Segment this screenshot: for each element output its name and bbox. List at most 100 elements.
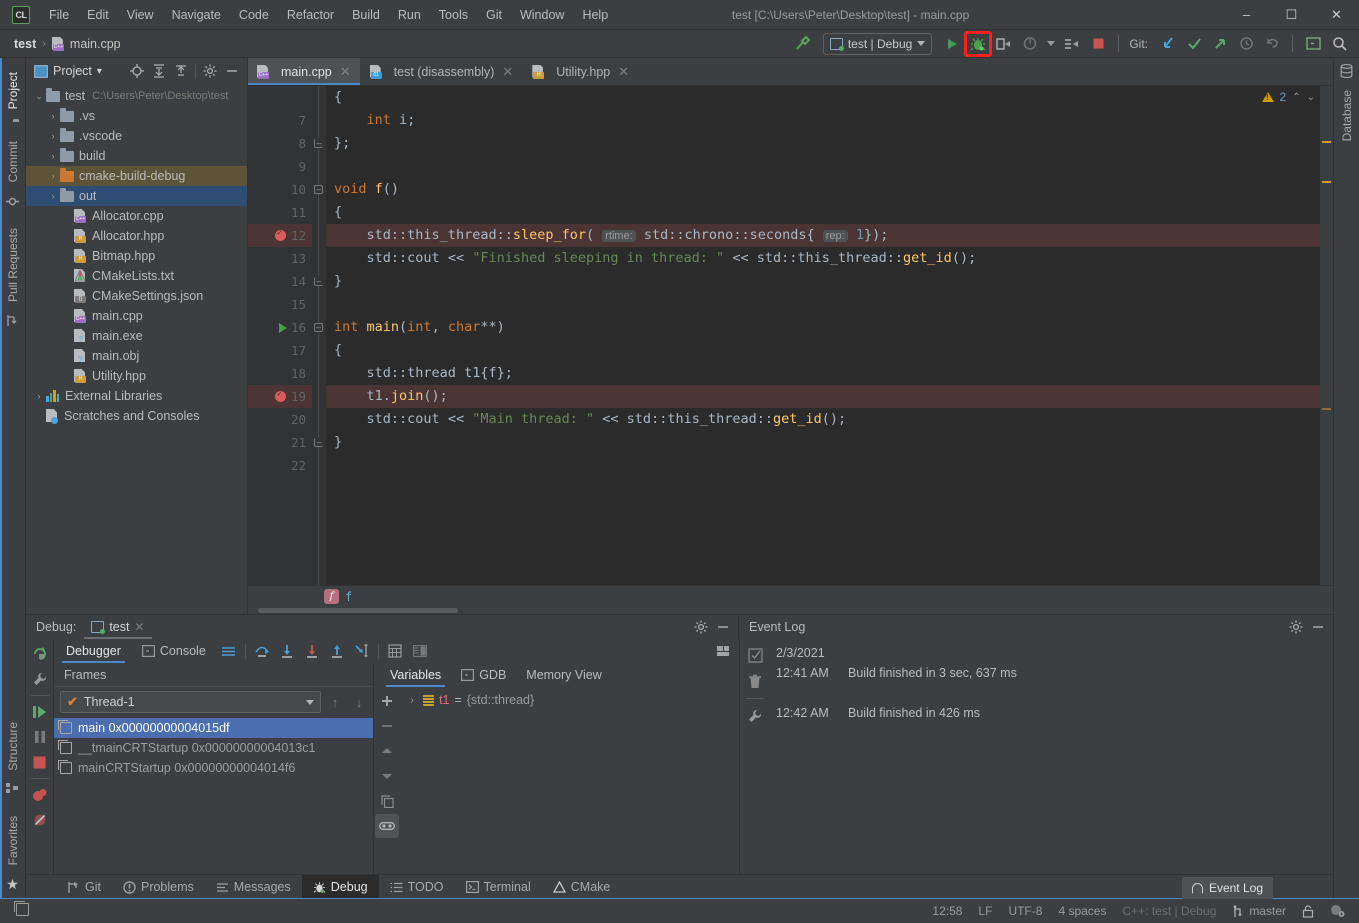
inspections-icon[interactable] bbox=[1322, 904, 1353, 918]
code-line[interactable] bbox=[326, 293, 1333, 316]
menu-build[interactable]: Build bbox=[343, 4, 389, 26]
tree-item[interactable]: {}CMakeSettings.json bbox=[26, 286, 247, 306]
tree-item[interactable]: ›External Libraries bbox=[26, 386, 247, 406]
inline-watches-icon[interactable] bbox=[375, 814, 399, 838]
editor-tab-main-cpp[interactable]: C++ main.cpp ✕ bbox=[248, 58, 361, 85]
remove-watch-icon[interactable] bbox=[375, 714, 399, 738]
terminal-toggle-button[interactable] bbox=[1301, 33, 1325, 55]
expand-all-icon[interactable] bbox=[148, 60, 170, 82]
status-time[interactable]: 12:58 bbox=[924, 904, 970, 918]
menu-help[interactable]: Help bbox=[573, 4, 617, 26]
debug-session-tab[interactable]: test ✕ bbox=[84, 615, 151, 639]
gutter-line[interactable]: 11 bbox=[248, 201, 312, 224]
fold-start-icon[interactable]: – bbox=[314, 184, 324, 194]
tree-item[interactable]: C++Allocator.cpp bbox=[26, 206, 247, 226]
project-tree[interactable]: ⌄testC:\Users\Peter\Desktop\test›.vs›.vs… bbox=[26, 84, 247, 614]
sidebar-item-commit[interactable]: Commit bbox=[6, 133, 20, 190]
tree-item[interactable]: HBitmap.hpp bbox=[26, 246, 247, 266]
fold-end-icon[interactable]: – bbox=[314, 138, 324, 148]
tool-tab-debug[interactable]: Debug bbox=[302, 875, 379, 899]
close-icon[interactable]: ✕ bbox=[618, 64, 629, 80]
clear-all-icon[interactable] bbox=[743, 669, 767, 693]
search-everywhere-button[interactable] bbox=[1327, 33, 1351, 55]
lock-icon[interactable] bbox=[1294, 905, 1322, 918]
gutter-line[interactable]: 13 bbox=[248, 247, 312, 270]
git-commit-button[interactable] bbox=[1182, 33, 1206, 55]
tool-tab-problems[interactable]: Problems bbox=[112, 875, 205, 899]
thread-selector[interactable]: ✔ Thread-1 bbox=[60, 691, 321, 713]
stripe-warning-1[interactable] bbox=[1322, 141, 1331, 143]
event-log-entries[interactable]: 2/3/2021 12:41 AM Build finished in 3 se… bbox=[770, 639, 1333, 874]
gutter-line[interactable]: 15 bbox=[248, 293, 312, 316]
fold-end-icon[interactable]: – bbox=[314, 437, 324, 447]
editor-tab-disassembly[interactable]: 01 test (disassembly) ✕ bbox=[361, 58, 524, 85]
tool-tab-cmake[interactable]: CMake bbox=[542, 875, 622, 899]
frame-up-button[interactable]: ↑ bbox=[325, 692, 345, 712]
editor-horizontal-scrollbar[interactable] bbox=[248, 607, 1333, 614]
copy-icon[interactable] bbox=[375, 789, 399, 813]
move-down-icon[interactable] bbox=[375, 764, 399, 788]
git-history-button[interactable] bbox=[1234, 33, 1258, 55]
tab-debugger[interactable]: Debugger bbox=[56, 639, 131, 663]
stripe-warning-2[interactable] bbox=[1322, 181, 1331, 183]
mark-all-read-icon[interactable] bbox=[743, 643, 767, 667]
gutter-line[interactable]: 10 bbox=[248, 178, 312, 201]
code-line[interactable]: std::thread t1{f}; bbox=[326, 362, 1333, 385]
status-encoding[interactable]: UTF-8 bbox=[1000, 904, 1050, 918]
hide-panel-icon[interactable] bbox=[712, 616, 734, 638]
tab-memory-view[interactable]: Memory View bbox=[516, 663, 611, 687]
profile-button[interactable] bbox=[1060, 33, 1084, 55]
tree-item[interactable]: ›cmake-build-debug bbox=[26, 166, 247, 186]
tree-item[interactable]: ›.vscode bbox=[26, 126, 247, 146]
code-line[interactable] bbox=[326, 454, 1333, 477]
menu-edit[interactable]: Edit bbox=[78, 4, 118, 26]
evaluate-expression-icon[interactable] bbox=[383, 639, 407, 663]
view-breakpoints-icon[interactable] bbox=[28, 783, 52, 807]
layout-restore-icon[interactable] bbox=[711, 639, 735, 663]
gutter-line[interactable]: 21 bbox=[248, 431, 312, 454]
tree-item[interactable]: CMakeLists.txt bbox=[26, 266, 247, 286]
tree-item[interactable]: ?main.exe bbox=[26, 326, 247, 346]
close-icon[interactable]: ✕ bbox=[340, 64, 351, 80]
editor-breadcrumb[interactable]: f f bbox=[248, 585, 1333, 607]
run-to-cursor-icon[interactable] bbox=[350, 639, 374, 663]
tree-item[interactable]: ›out bbox=[26, 186, 247, 206]
sidebar-item-favorites[interactable]: Favorites bbox=[6, 808, 20, 873]
mute-breakpoints-icon[interactable] bbox=[28, 808, 52, 832]
inspection-widget[interactable]: 2 ⌃ ⌄ bbox=[1262, 90, 1315, 104]
tree-item[interactable]: C++main.cpp bbox=[26, 306, 247, 326]
run-configuration-selector[interactable]: test | Debug bbox=[823, 33, 933, 55]
fold-end-icon[interactable]: – bbox=[314, 276, 324, 286]
close-button[interactable]: ✕ bbox=[1314, 0, 1359, 30]
tab-console[interactable]: Console bbox=[132, 639, 216, 663]
tool-tab-terminal[interactable]: Terminal bbox=[455, 875, 542, 899]
code-lines[interactable]: { int i;};void f(){ std::this_thread::sl… bbox=[326, 86, 1333, 585]
tree-item[interactable]: HAllocator.hpp bbox=[26, 226, 247, 246]
event-log-entry[interactable]: 12:41 AM Build finished in 3 sec, 637 ms bbox=[776, 663, 1333, 683]
menu-window[interactable]: Window bbox=[511, 4, 573, 26]
gutter-line[interactable]: 19 bbox=[248, 385, 312, 408]
attach-to-process-button[interactable] bbox=[992, 33, 1016, 55]
error-stripe-marker[interactable] bbox=[1320, 86, 1333, 585]
status-line-separator[interactable]: LF bbox=[970, 904, 1000, 918]
next-problem-icon[interactable]: ⌄ bbox=[1307, 92, 1315, 103]
tree-item[interactable]: ⌄testC:\Users\Peter\Desktop\test bbox=[26, 86, 247, 106]
collapse-all-icon[interactable] bbox=[170, 60, 192, 82]
frame-down-button[interactable]: ↓ bbox=[349, 692, 369, 712]
close-icon[interactable]: ✕ bbox=[502, 64, 513, 80]
show-values-inline-icon[interactable] bbox=[408, 639, 432, 663]
breadcrumb-file[interactable]: main.cpp bbox=[70, 37, 121, 51]
scrollbar-thumb[interactable] bbox=[258, 608, 458, 613]
menu-code[interactable]: Code bbox=[230, 4, 278, 26]
close-icon[interactable]: ✕ bbox=[134, 620, 144, 634]
code-line[interactable]: { bbox=[326, 201, 1333, 224]
layout-settings-icon[interactable] bbox=[217, 639, 241, 663]
tree-item[interactable]: HUtility.hpp bbox=[26, 366, 247, 386]
code-line[interactable]: }; bbox=[326, 132, 1333, 155]
code-line[interactable]: std::cout << "Finished sleeping in threa… bbox=[326, 247, 1333, 270]
fold-start-icon[interactable]: – bbox=[314, 322, 324, 332]
step-out-icon[interactable] bbox=[325, 639, 349, 663]
code-line[interactable]: std::cout << "Main thread: " << std::thi… bbox=[326, 408, 1333, 431]
gutter-line[interactable]: 16 bbox=[248, 316, 312, 339]
editor-body[interactable]: 78910111213141516171819202122 ––––– { in… bbox=[248, 86, 1333, 585]
